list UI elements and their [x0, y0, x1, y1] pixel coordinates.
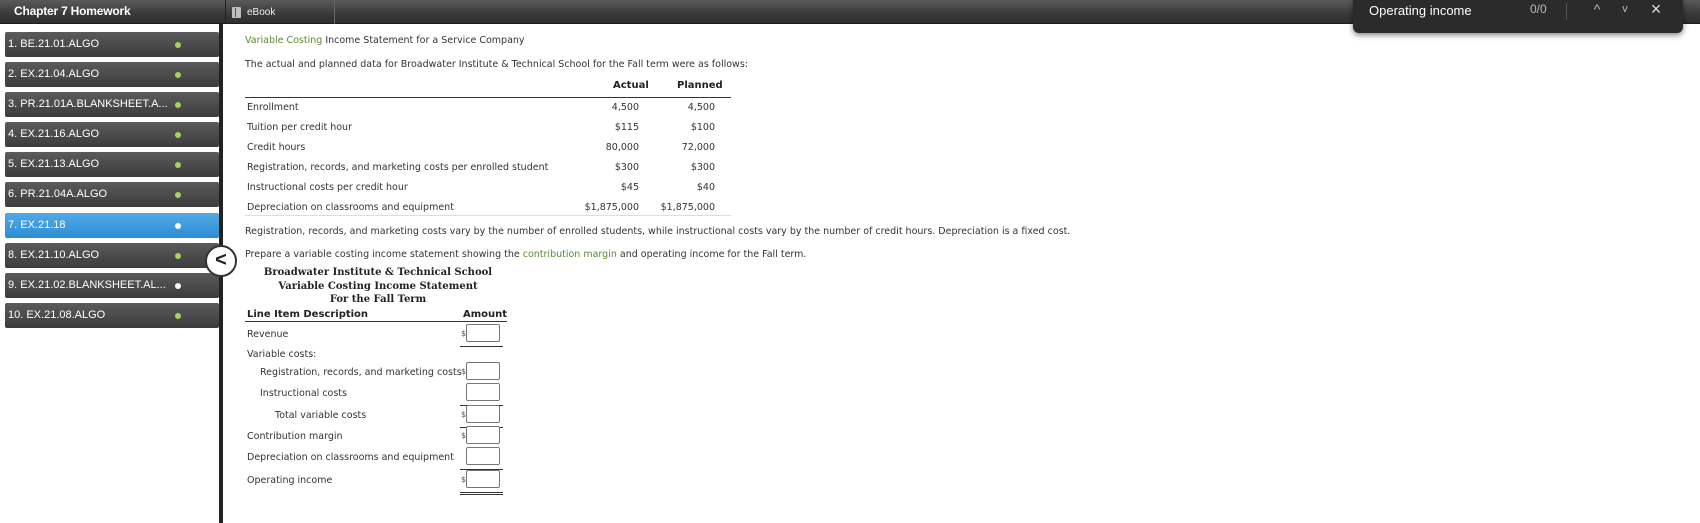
- table-row: Instructional costs per credit hour $45 …: [247, 182, 715, 193]
- sidebar-item-label: 8. EX.21.10.ALGO: [8, 249, 100, 261]
- sidebar-item-label: 3. PR.21.01A.BLANKSHEET.A...: [8, 98, 168, 110]
- statement-divider: [245, 321, 507, 322]
- statement-period: For the Fall Term: [329, 294, 427, 305]
- book-icon: [232, 6, 241, 18]
- problem-title: Variable Costing Income Statement for a …: [245, 35, 525, 46]
- status-dot-icon: [175, 313, 181, 319]
- cost-behavior-note: Registration, records, and marketing cos…: [245, 226, 1071, 237]
- status-dot-icon: [175, 162, 181, 168]
- problem-intro: The actual and planned data for Broadwat…: [245, 59, 748, 70]
- double-underline: [460, 494, 503, 495]
- double-underline: [460, 492, 503, 493]
- instructions: Prepare a variable costing income statem…: [245, 249, 807, 260]
- instructional-costs-input[interactable]: [466, 383, 500, 401]
- sidebar-item-6[interactable]: 6. PR.21.04A.ALGO: [5, 182, 219, 207]
- sidebar-item-label: 5. EX.21.13.ALGO: [8, 158, 100, 170]
- sidebar-item-5[interactable]: 5. EX.21.13.ALGO: [5, 152, 219, 177]
- contribution-margin-row: Contribution margin $: [245, 425, 507, 447]
- variable-costing-link[interactable]: Variable Costing: [245, 35, 322, 46]
- revenue-row: Revenue $: [245, 323, 507, 345]
- column-header-description: Line Item Description: [247, 309, 369, 320]
- ebook-label: eBook: [247, 6, 276, 18]
- sidebar-item-2[interactable]: 2. EX.21.04.ALGO: [5, 62, 219, 87]
- chapter-title: Chapter 7 Homework: [14, 4, 131, 18]
- sidebar-item-9[interactable]: 9. EX.21.02.BLANKSHEET.AL...: [5, 273, 219, 298]
- registration-costs-row: Registration, records, and marketing cos…: [245, 361, 507, 383]
- status-dot-icon: [175, 132, 181, 138]
- operating-income-row: Operating income $: [245, 469, 507, 491]
- question-sidebar: 1. BE.21.01.ALGO 2. EX.21.04.ALGO 3. PR.…: [0, 25, 220, 523]
- collapse-sidebar-button[interactable]: <: [205, 245, 237, 277]
- ebook-tab[interactable]: eBook: [225, 0, 335, 24]
- sidebar-item-label: 1. BE.21.01.ALGO: [8, 38, 100, 50]
- sidebar-item-label: 9. EX.21.02.BLANKSHEET.AL...: [8, 279, 166, 291]
- sidebar-item-label: 4. EX.21.16.ALGO: [8, 128, 100, 140]
- instructional-costs-row: Instructional costs: [245, 382, 507, 404]
- column-header-planned: Planned: [677, 80, 723, 91]
- find-input[interactable]: [1369, 2, 1549, 18]
- contribution-margin-input[interactable]: [466, 426, 500, 444]
- status-dot-icon: [175, 192, 181, 198]
- problem-content: Variable Costing Income Statement for a …: [245, 33, 1685, 523]
- registration-costs-input[interactable]: [466, 362, 500, 380]
- status-dot-icon: [175, 223, 181, 229]
- status-dot-icon: [175, 253, 181, 259]
- column-header-amount: Amount: [463, 309, 508, 320]
- total-variable-costs-input[interactable]: [466, 405, 500, 423]
- table-row: Depreciation on classrooms and equipment…: [245, 198, 731, 216]
- table-row: Registration, records, and marketing cos…: [247, 162, 715, 173]
- find-next-icon[interactable]: v: [1614, 0, 1636, 20]
- sidebar-item-7[interactable]: 7. EX.21.18: [5, 213, 219, 238]
- sidebar-item-3[interactable]: 3. PR.21.01A.BLANKSHEET.A...: [5, 92, 219, 117]
- total-variable-costs-row: Total variable costs $: [245, 404, 507, 426]
- table-row: Enrollment 4,500 4,500: [247, 102, 715, 113]
- operating-income-input[interactable]: [466, 470, 500, 488]
- find-divider: [1566, 3, 1567, 20]
- sidebar-item-4[interactable]: 4. EX.21.16.ALGO: [5, 122, 219, 147]
- depreciation-input[interactable]: [466, 447, 500, 465]
- depreciation-row: Depreciation on classrooms and equipment: [245, 446, 507, 468]
- statement-title: Variable Costing Income Statement: [278, 281, 478, 292]
- find-match-count: 0/0: [1530, 2, 1547, 16]
- sidebar-item-label: 6. PR.21.04A.ALGO: [8, 188, 108, 200]
- status-dot-icon: [175, 283, 181, 289]
- sidebar-item-8[interactable]: 8. EX.21.10.ALGO: [5, 243, 219, 268]
- table-row: Tuition per credit hour $115 $100: [247, 122, 715, 133]
- sidebar-item-label: 2. EX.21.04.ALGO: [8, 68, 100, 80]
- sidebar-item-label: 7. EX.21.18: [8, 219, 66, 231]
- revenue-input[interactable]: [466, 324, 500, 342]
- sidebar-item-10[interactable]: 10. EX.21.08.ALGO: [5, 303, 219, 328]
- column-header-actual: Actual: [613, 80, 649, 91]
- find-previous-icon[interactable]: ^: [1586, 0, 1608, 20]
- statement-company-name: Broadwater Institute & Technical School: [263, 267, 493, 278]
- table-row: Credit hours 80,000 72,000: [247, 142, 715, 153]
- contribution-margin-link[interactable]: contribution margin: [523, 249, 617, 260]
- sidebar-item-1[interactable]: 1. BE.21.01.ALGO: [5, 32, 219, 57]
- sidebar-item-label: 10. EX.21.08.ALGO: [8, 309, 106, 321]
- close-icon[interactable]: ×: [1645, 0, 1667, 20]
- status-dot-icon: [175, 42, 181, 48]
- status-dot-icon: [175, 102, 181, 108]
- status-dot-icon: [175, 72, 181, 78]
